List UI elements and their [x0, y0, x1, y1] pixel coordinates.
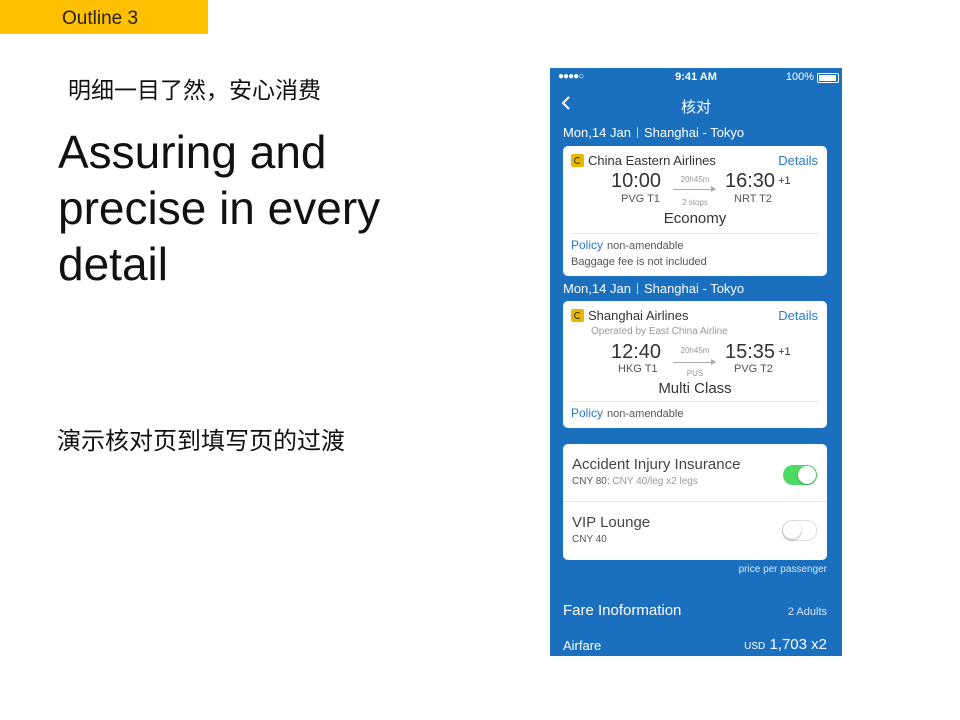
baggage-note: Baggage fee is not included [571, 256, 707, 268]
addon-title: Accident Injury Insurance [572, 456, 741, 473]
segment-header: Mon,14 Jan Shanghai - Tokyo [563, 125, 744, 140]
price-note: price per passenger [738, 564, 827, 575]
vip-lounge-toggle[interactable] [782, 520, 817, 541]
arrow-icon [673, 186, 716, 192]
addon-price: CNY 40 [572, 534, 607, 545]
divider [571, 401, 819, 402]
airfare-label: Airfare [563, 638, 602, 653]
fare-passengers: 2 Adults [787, 606, 827, 618]
airline-logo-icon [571, 154, 584, 167]
toggle-knob [783, 521, 801, 539]
segment-header: Mon,14 Jan Shanghai - Tokyo [563, 281, 744, 296]
policy-value: non-amendable [607, 408, 684, 420]
divider [571, 233, 819, 234]
addon-price: CNY 80: CNY 40/leg x2 legs [572, 476, 698, 487]
arrival-day-offset: +1 [778, 175, 791, 187]
policy-link[interactable]: Policy non-amendable [571, 238, 683, 252]
slide-note-cn: 演示核对页到填写页的过渡 [57, 428, 345, 455]
nav-title: 核对 [680, 99, 711, 116]
operated-by: Operated by East China Airline [591, 326, 728, 337]
departure-airport: PVG T1 [621, 193, 660, 205]
flight-duration: 20h45m [680, 175, 710, 184]
addon-title: VIP Lounge [572, 514, 651, 531]
airline-name: Shanghai Airlines [571, 308, 688, 323]
arrival-time: 15:35 +1 [725, 341, 791, 363]
flight-stops: PUS [686, 369, 704, 378]
arrival-day-offset: +1 [778, 346, 791, 358]
status-bar: ●●●●○ 9:41 AM 100% [550, 68, 842, 86]
slide-headline: Assuring and precise in every detail [58, 126, 381, 290]
divider [563, 501, 827, 502]
segment-route: Shanghai - Tokyo [643, 125, 745, 140]
outline-tag: Outline 3 [0, 0, 208, 34]
departure-time: 12:40 [611, 341, 662, 363]
departure-time: 10:00 [611, 170, 662, 192]
departure-airport: HKG T1 [618, 363, 658, 375]
battery-icon [817, 73, 839, 83]
insurance-toggle[interactable] [783, 465, 817, 485]
segment-route: Shanghai - Tokyo [643, 281, 745, 296]
airfare-value: 1,703 [769, 636, 807, 653]
arrival-time: 16:30 +1 [725, 170, 791, 192]
fare-title: Fare Inoformation [563, 602, 682, 619]
toggle-knob [798, 466, 816, 484]
slide-subtitle-cn: 明细一目了然，安心消费 [68, 77, 321, 103]
flight-stops: 2 stops [682, 198, 708, 207]
airline-name: China Eastern Airlines [571, 153, 716, 168]
battery-percent: 100% [785, 71, 814, 83]
airfare-currency: USD [744, 641, 766, 652]
details-link[interactable]: Details [778, 308, 818, 323]
policy-value: non-amendable [607, 240, 684, 252]
segment-date: Mon,14 Jan [563, 281, 631, 296]
details-link[interactable]: Details [778, 153, 818, 168]
flight-card: Shanghai Airlines Details Operated by Ea… [563, 301, 827, 428]
airfare-amount: USD 1,703 x2 [744, 636, 827, 653]
arrow-icon [673, 359, 716, 365]
arrival-airport: NRT T2 [734, 193, 772, 205]
arrival-airport: PVG T2 [734, 363, 773, 375]
flight-duration: 20h45m [680, 346, 710, 355]
segment-date: Mon,14 Jan [563, 125, 631, 140]
airline-logo-icon [571, 309, 584, 322]
airfare-multiplier: x2 [811, 636, 827, 653]
policy-link[interactable]: Policy non-amendable [571, 406, 683, 420]
phone-screen: ●●●●○ 9:41 AM 100% 核对 Mon,14 Jan Shanghai… [550, 68, 842, 656]
flight-card: China Eastern Airlines Details 10:00 20h… [563, 146, 827, 276]
cabin-class: Economy [663, 210, 727, 227]
addons-card: Accident Injury Insurance CNY 80: CNY 40… [563, 444, 827, 560]
cabin-class: Multi Class [658, 380, 732, 397]
outline-label: Outline 3 [62, 8, 139, 29]
